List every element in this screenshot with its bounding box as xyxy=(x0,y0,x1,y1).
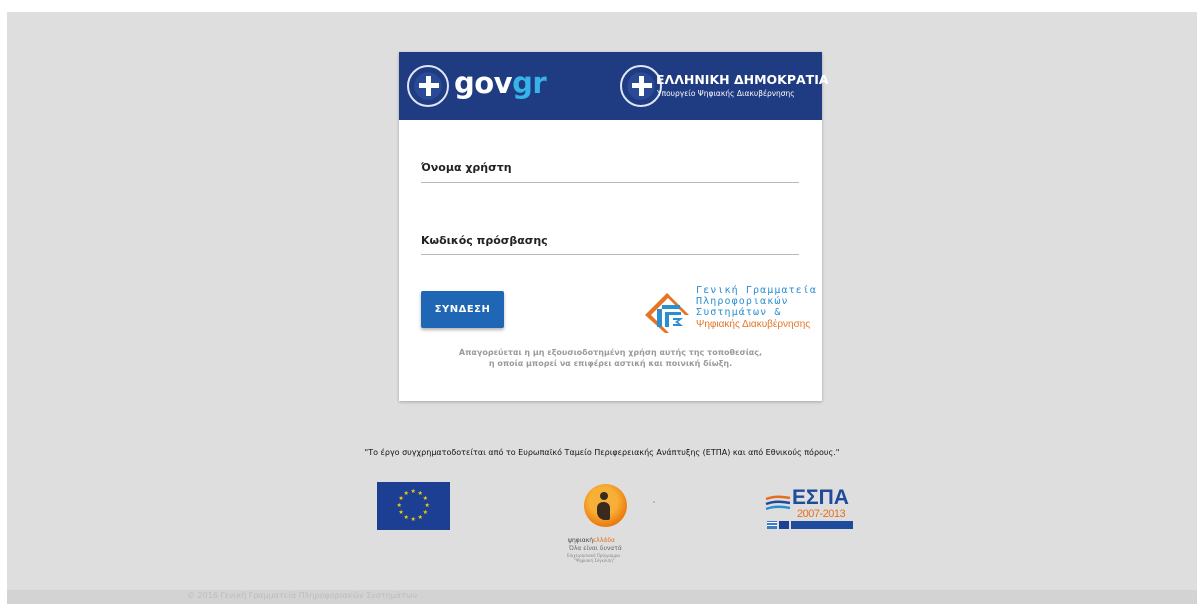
warning-line-1: Απαγορεύεται η μη εξουσιοδοτημένη χρήση … xyxy=(458,348,763,357)
espa-years: 2007-2013 xyxy=(797,508,846,520)
gsis-logo: Γενική Γραμματεία Πληροφοριακών Συστημάτ… xyxy=(645,285,816,335)
digital-greece-slogan: Όλα είναι δυνατά xyxy=(569,545,622,552)
footer-copyright: © 2016 Γενική Γραμματεία Πληροφοριακών Σ… xyxy=(187,591,418,600)
espa-waves-icon xyxy=(765,495,791,511)
gsis-line-3: Συστημάτων & xyxy=(696,307,782,318)
eu-star: ★ xyxy=(403,514,409,522)
eu-star: ★ xyxy=(422,509,428,516)
ministry-subtitle: Υπουργείο Ψηφιακής Διακυβέρνησης xyxy=(657,89,795,98)
digital-greece-brand: ψηφιακήελλάδα xyxy=(568,537,615,544)
digital-greece-logo: ψηφιακήελλάδα Όλα είναι δυνατά Επιχειρησ… xyxy=(564,484,664,574)
cofunding-notice: "Το έργο συγχρηματοδοτείται από το Ευρωπ… xyxy=(364,448,840,457)
eu-flag-icon: ★ ★ ★ ★ ★ ★ ★ ★ ★ ★ ★ ★ xyxy=(377,482,450,530)
eu-star: ★ xyxy=(410,516,416,523)
page-background: govgr ΕΛΛΗΝΙΚΗ ΔΗΜΟΚΡΑΤΙΑ Υπουργείο Ψηφι… xyxy=(7,12,1197,604)
card-header: govgr ΕΛΛΗΝΙΚΗ ΔΗΜΟΚΡΑΤΙΑ Υπουργείο Ψηφι… xyxy=(399,52,829,120)
username-underline xyxy=(421,182,799,183)
gsis-line-2: Πληροφοριακών xyxy=(696,296,789,307)
digital-greece-program-name: "Ψηφιακή Σύγκλιση" xyxy=(574,558,615,563)
login-card: govgr ΕΛΛΗΝΙΚΗ ΔΗΜΟΚΡΑΤΙΑ Υπουργείο Ψηφι… xyxy=(399,52,829,401)
espa-title: ΕΣΠΑ xyxy=(792,486,849,509)
eu-star: ★ xyxy=(417,514,423,522)
republic-title: ΕΛΛΗΝΙΚΗ ΔΗΜΟΚΡΑΤΙΑ xyxy=(656,72,829,87)
gsis-line-1: Γενική Γραμματεία xyxy=(696,285,818,296)
espa-flags-icon xyxy=(767,521,853,529)
eu-star: ★ xyxy=(398,509,404,516)
login-button[interactable]: ΣΥΝΔΕΣΗ xyxy=(421,291,504,328)
footer: © 2016 Γενική Γραμματεία Πληροφοριακών Σ… xyxy=(7,590,1197,604)
gsis-line-4: Ψηφιακής Διακυβέρνησης xyxy=(696,319,811,330)
greek-emblem-icon xyxy=(407,65,449,107)
eu-star: ★ xyxy=(396,502,402,509)
warning-line-2: η οποία μπορεί να επιφέρει αστική και πο… xyxy=(488,359,733,368)
password-underline xyxy=(421,254,799,255)
eu-star: ★ xyxy=(403,489,409,497)
govgr-logo: govgr xyxy=(454,66,547,100)
eu-star: ★ xyxy=(422,495,428,502)
espa-logo: ΕΣΠΑ 2007-2013 xyxy=(764,486,854,532)
eu-star: ★ xyxy=(410,488,416,495)
gsis-emblem-icon xyxy=(645,293,689,333)
eu-star: ★ xyxy=(398,495,404,502)
